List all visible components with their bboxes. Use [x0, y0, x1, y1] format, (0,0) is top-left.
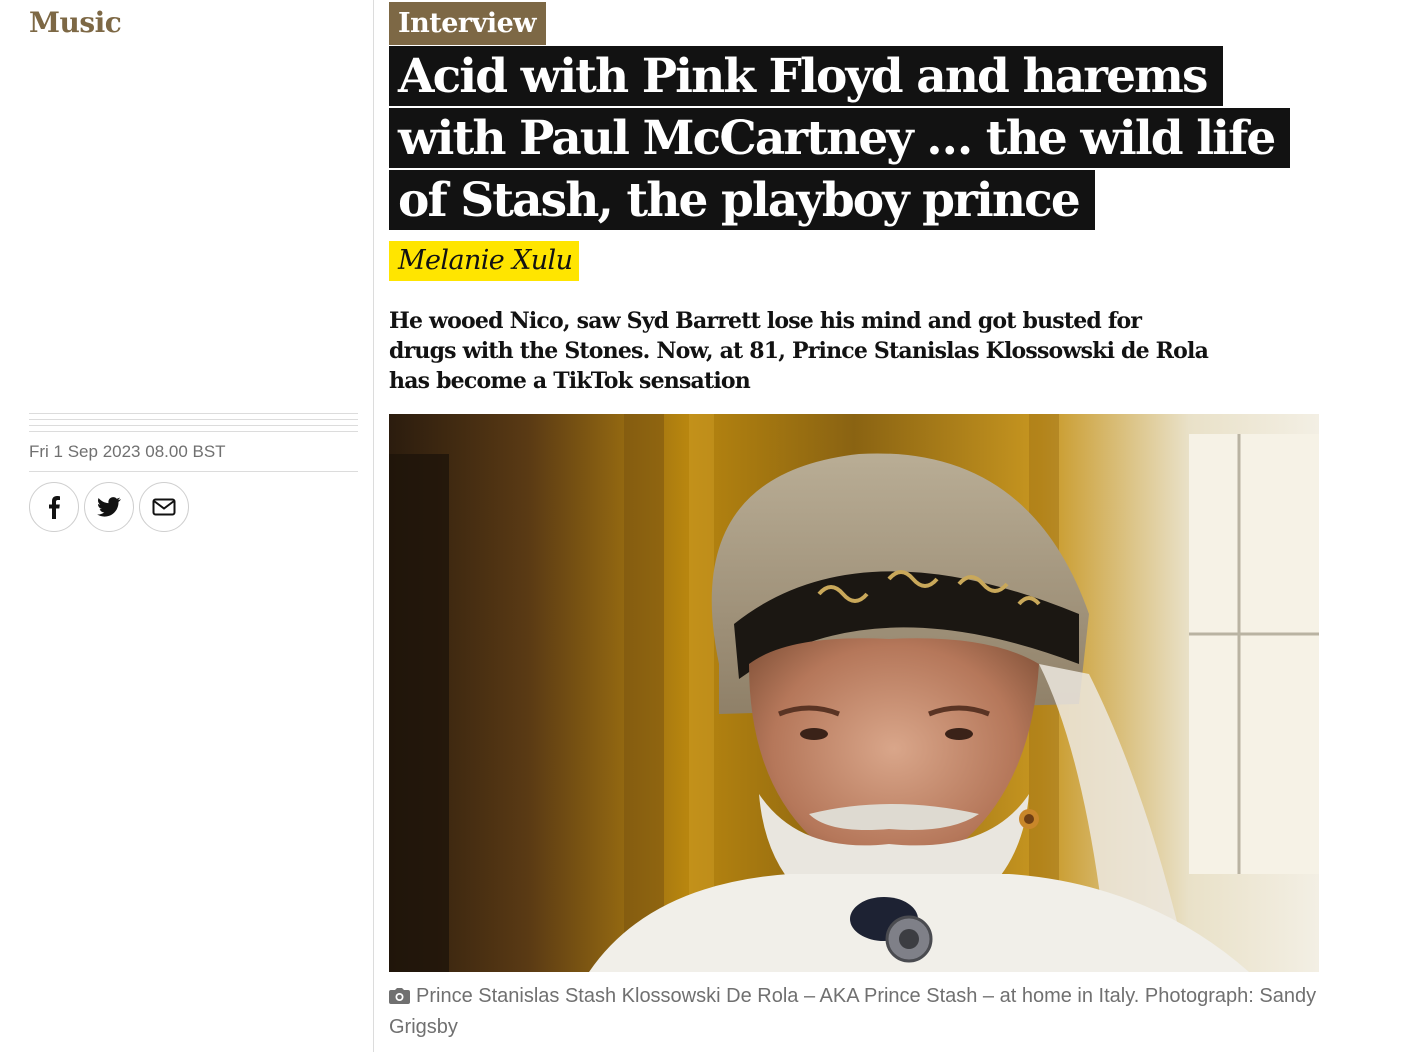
meta-divider-lines: [29, 413, 358, 433]
headline-text: Acid with Pink Floyd and harems with Pau…: [389, 46, 1291, 230]
article-standfirst: He wooed Nico, saw Syd Barrett lose his …: [389, 308, 1209, 394]
article-headline: Acid with Pink Floyd and harems with Pau…: [389, 46, 1319, 232]
twitter-icon: [97, 497, 121, 517]
share-facebook-button[interactable]: [29, 482, 79, 532]
share-twitter-button[interactable]: [84, 482, 134, 532]
column-divider: [373, 0, 374, 1052]
share-buttons: [29, 482, 189, 532]
main-article-photo: [389, 414, 1319, 972]
caption-text: Prince Stanislas Stash Klossowski De Rol…: [389, 985, 1317, 1038]
photo-caption: Prince Stanislas Stash Klossowski De Rol…: [389, 982, 1349, 1042]
dateline-divider: [29, 471, 358, 472]
section-label-music[interactable]: Music: [29, 6, 122, 39]
camera-icon: [389, 984, 410, 1013]
article-kicker-label[interactable]: Interview: [389, 2, 547, 45]
publication-dateline: Fri 1 Sep 2023 08.00 BST: [29, 442, 226, 461]
author-byline[interactable]: Melanie Xulu: [389, 241, 580, 281]
email-icon: [152, 498, 176, 516]
facebook-icon: [47, 495, 61, 519]
share-email-button[interactable]: [139, 482, 189, 532]
left-meta-column: Music Fri 1 Sep 2023 08.00 BST: [0, 0, 373, 1052]
